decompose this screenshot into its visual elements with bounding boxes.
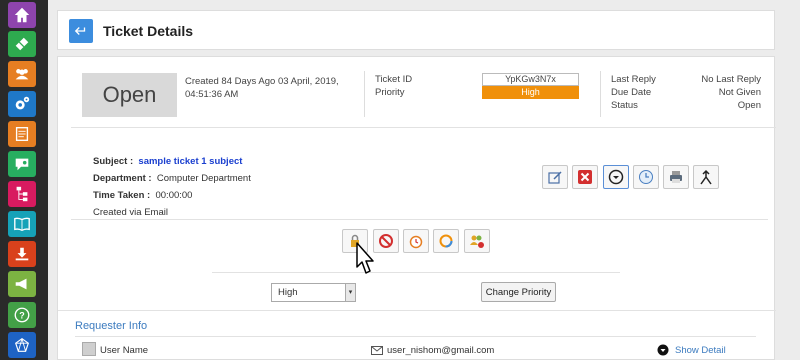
last-reply-value: No Last Reply [701, 74, 761, 85]
users-icon[interactable] [8, 61, 36, 87]
created-info: Created 84 Days Ago 03 April, 2019, 04:5… [185, 76, 339, 100]
merge-button[interactable] [693, 165, 719, 189]
due-date-button[interactable] [403, 229, 429, 253]
priority-value: High [482, 86, 579, 99]
users-remove-icon [470, 235, 484, 248]
ticket-card: Open Created 84 Days Ago 03 April, 2019,… [57, 56, 776, 360]
close-icon [578, 170, 592, 184]
circle-arrow-down-icon [657, 344, 669, 356]
requester-email: user_nishom@gmail.com [387, 345, 495, 356]
back-arrow-icon [74, 27, 86, 35]
ban-icon [379, 234, 393, 248]
back-button[interactable] [69, 19, 93, 43]
divider [58, 310, 776, 311]
envelope-icon [371, 346, 383, 355]
priority-select[interactable]: High ▾ [271, 283, 356, 302]
edit-icon [548, 171, 562, 184]
circle-arrow-icon [608, 169, 624, 185]
avatar [82, 342, 96, 356]
sitemap-icon[interactable] [8, 181, 36, 207]
network-icon[interactable] [8, 332, 36, 358]
home-icon[interactable] [8, 2, 36, 28]
due-date-value: Not Given [718, 87, 761, 98]
alarm-clock-icon [409, 235, 423, 249]
chat-icon[interactable] [8, 151, 36, 177]
change-priority-button[interactable]: Change Priority [481, 282, 556, 302]
sidebar: ? [0, 0, 48, 360]
status-label: Status [611, 100, 638, 111]
help-icon[interactable]: ? [8, 302, 36, 328]
page-header: Ticket Details [57, 10, 775, 50]
refresh-button[interactable] [433, 229, 459, 253]
ticket-id-value: YpKGw3N7x [482, 73, 579, 86]
download-icon[interactable] [8, 241, 36, 267]
megaphone-icon[interactable] [8, 271, 36, 297]
book-icon[interactable] [8, 211, 36, 237]
delete-button[interactable] [572, 165, 598, 189]
requester-name: User Name [100, 345, 149, 356]
merge-icon [700, 169, 712, 185]
download-ticket-button[interactable] [603, 165, 629, 189]
divider [71, 127, 776, 128]
subject-value: sample ticket 1 subject [138, 156, 243, 167]
show-detail-link[interactable]: Show Detail [675, 345, 726, 356]
ticket-id-label: Ticket ID [375, 74, 413, 85]
status-badge: Open [82, 73, 177, 117]
history-button[interactable] [633, 165, 659, 189]
divider [75, 336, 756, 337]
divider [71, 219, 768, 220]
report-icon[interactable] [8, 121, 36, 147]
ticket-details: Subject : sample ticket 1 subject Depart… [93, 153, 251, 221]
requester-info-title: Requester Info [75, 320, 148, 332]
edit-button[interactable] [542, 165, 568, 189]
last-reply-label: Last Reply [611, 74, 656, 85]
clock-icon [639, 170, 653, 184]
settings-icon[interactable] [8, 91, 36, 117]
ticket-icon[interactable] [8, 31, 36, 57]
ticket-meta-values: No Last Reply Not Given Open [678, 73, 761, 112]
svg-text:?: ? [19, 311, 25, 321]
page-title: Ticket Details [103, 23, 194, 39]
divider [364, 71, 365, 117]
print-button[interactable] [663, 165, 689, 189]
main-content: Ticket Details Open Created 84 Days Ago … [57, 10, 776, 360]
due-date-label: Due Date [611, 87, 652, 98]
divider [600, 71, 601, 117]
mouse-pointer-icon [356, 242, 374, 274]
printer-icon [670, 171, 682, 183]
time-taken-value: 00:00:00 [155, 190, 193, 201]
department-value: Computer Department [156, 173, 251, 184]
chevron-down-icon: ▾ [345, 284, 355, 301]
priority-label: Priority [375, 87, 405, 98]
divider [212, 272, 620, 273]
status-value: Open [737, 100, 761, 111]
remove-users-button[interactable] [464, 229, 490, 253]
refresh-icon [439, 234, 453, 248]
